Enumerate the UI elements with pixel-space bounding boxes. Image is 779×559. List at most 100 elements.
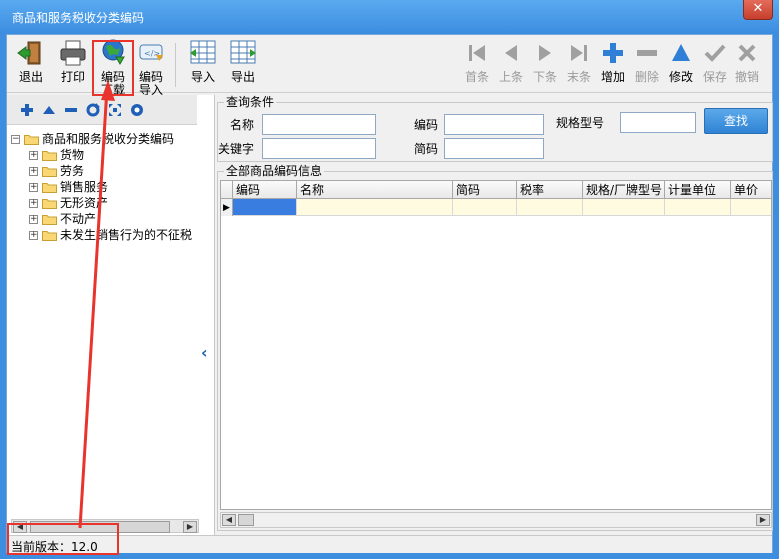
folder-open-icon: [24, 135, 39, 145]
folder-icon: [42, 167, 57, 177]
client-area: 退出 打印 编码 下载 </> 编码 导入 导入 导出 首条 上条 下条 末条 …: [6, 34, 773, 554]
keyword-label: 关键字: [218, 142, 255, 156]
export-table-icon: [230, 40, 256, 64]
spec-label: 规格型号: [556, 116, 605, 130]
tree-settings-icon[interactable]: [129, 102, 145, 118]
tree-item[interactable]: + 无形资产: [11, 195, 197, 211]
abbr-label: 简码: [414, 142, 439, 156]
folder-icon: [42, 183, 57, 193]
plus-icon: [603, 43, 623, 63]
import-table-icon: [190, 40, 216, 64]
spec-input[interactable]: [620, 112, 696, 133]
export-button[interactable]: 导出: [223, 39, 263, 93]
table-cell[interactable]: [665, 199, 731, 215]
tree-expand-toggle[interactable]: +: [29, 183, 38, 192]
export-label: 导出: [230, 70, 255, 84]
column-header[interactable]: 名称: [297, 181, 453, 199]
table-cell-selected[interactable]: [233, 199, 297, 215]
tree-item[interactable]: + 销售服务: [11, 179, 197, 195]
tree-refresh-icon[interactable]: [85, 102, 101, 118]
grid-header: 编码 名称 简码 税率 规格/厂牌型号 计量单位 单价: [221, 181, 771, 199]
check-icon: [704, 44, 726, 62]
folder-icon: [42, 151, 57, 161]
annotation-highlight-download: [92, 40, 134, 96]
last-icon: [571, 45, 587, 61]
exit-label: 退出: [18, 70, 43, 84]
scroll-left-button[interactable]: ◀: [222, 514, 236, 526]
tree-item[interactable]: + 未发生销售行为的不征税: [11, 227, 197, 243]
table-cell[interactable]: [731, 199, 771, 215]
app-window: 商品和服务税收分类编码 ✕ 退出 打印 编码 下载 </> 编码 导入 导入 导…: [0, 0, 779, 559]
print-label: 打印: [60, 70, 85, 84]
print-button[interactable]: 打印: [53, 39, 93, 93]
grid-horizontal-scrollbar[interactable]: ◀ ▶: [220, 512, 772, 528]
undo-label: 撤销: [734, 70, 759, 84]
scroll-thumb[interactable]: [238, 514, 254, 526]
undo-button[interactable]: 撤销: [727, 39, 767, 93]
code-label: 编码: [414, 118, 439, 132]
column-header[interactable]: 规格/厂牌型号: [583, 181, 665, 199]
table-cell[interactable]: [583, 199, 665, 215]
scroll-right-button[interactable]: ▶: [756, 514, 770, 526]
grid-group-title: 全部商品编码信息: [224, 164, 325, 178]
code-input[interactable]: [444, 114, 544, 135]
column-header[interactable]: 计量单位: [665, 181, 731, 199]
triangle-edit-icon: [672, 44, 690, 61]
column-header[interactable]: 单价: [731, 181, 771, 199]
title-bar[interactable]: 商品和服务税收分类编码 ✕: [0, 0, 779, 34]
tree-add-icon[interactable]: [19, 102, 35, 118]
abbr-input[interactable]: [444, 138, 544, 159]
scroll-right-button[interactable]: ▶: [183, 521, 197, 533]
column-header[interactable]: 简码: [453, 181, 517, 199]
name-label: 名称: [230, 118, 255, 132]
close-button[interactable]: ✕: [743, 0, 773, 20]
category-tree-panel: − 商品和服务税收分类编码 + 货物 + 劳务 + 销售服务 + 无形资产 + 不动产: [7, 95, 215, 535]
tree-expand-all-icon[interactable]: [107, 102, 123, 118]
x-icon: [738, 44, 756, 62]
codes-grid[interactable]: 编码 名称 简码 税率 规格/厂牌型号 计量单位 单价 ▶: [220, 180, 772, 510]
tree-collapse-toggle[interactable]: −: [11, 135, 20, 144]
table-cell[interactable]: [453, 199, 517, 215]
tree-item[interactable]: + 不动产: [11, 211, 197, 227]
tree-expand-toggle[interactable]: +: [29, 215, 38, 224]
query-group-title: 查询条件: [224, 95, 277, 109]
next-icon: [539, 45, 551, 61]
row-indicator: ▶: [221, 199, 233, 216]
exit-button[interactable]: 退出: [11, 39, 51, 93]
category-tree: − 商品和服务税收分类编码 + 货物 + 劳务 + 销售服务 + 无形资产 + 不动产: [11, 131, 197, 243]
tree-expand-toggle[interactable]: +: [29, 199, 38, 208]
code-import-icon: </>: [139, 44, 163, 61]
query-conditions-group: 查询条件 名称 编码 规格型号 查找 关键字 简码: [217, 95, 773, 162]
tree-item-label: 销售服务: [60, 180, 109, 194]
find-button[interactable]: 查找: [704, 108, 768, 134]
tree-expand-toggle[interactable]: +: [29, 167, 38, 176]
column-header[interactable]: 税率: [517, 181, 583, 199]
tree-item[interactable]: + 货物: [11, 147, 197, 163]
code-import-button[interactable]: </> 编码 导入: [131, 39, 171, 97]
name-input[interactable]: [262, 114, 376, 135]
folder-icon: [42, 199, 57, 209]
tree-root[interactable]: − 商品和服务税收分类编码: [11, 131, 197, 147]
collapse-panel-icon[interactable]: ‹: [201, 345, 213, 361]
tree-toolbar: [7, 95, 197, 125]
import-label: 导入: [190, 70, 215, 84]
table-row[interactable]: [221, 199, 771, 216]
tree-item[interactable]: + 劳务: [11, 163, 197, 179]
tree-item-label: 未发生销售行为的不征税: [60, 228, 193, 242]
import-button[interactable]: 导入: [183, 39, 223, 93]
table-cell[interactable]: [517, 199, 583, 215]
tree-remove-icon[interactable]: [63, 102, 79, 118]
tree-up-icon[interactable]: [41, 102, 57, 118]
table-cell[interactable]: [297, 199, 453, 215]
tree-item-label: 劳务: [60, 164, 85, 178]
header-corner: [221, 181, 233, 199]
column-header[interactable]: 编码: [233, 181, 297, 199]
folder-icon: [42, 231, 57, 241]
tree-item-label: 无形资产: [60, 196, 109, 210]
tree-item-label: 货物: [60, 148, 85, 162]
minus-icon: [637, 50, 657, 56]
tree-expand-toggle[interactable]: +: [29, 231, 38, 240]
folder-icon: [42, 215, 57, 225]
tree-expand-toggle[interactable]: +: [29, 151, 38, 160]
keyword-input[interactable]: [262, 138, 376, 159]
